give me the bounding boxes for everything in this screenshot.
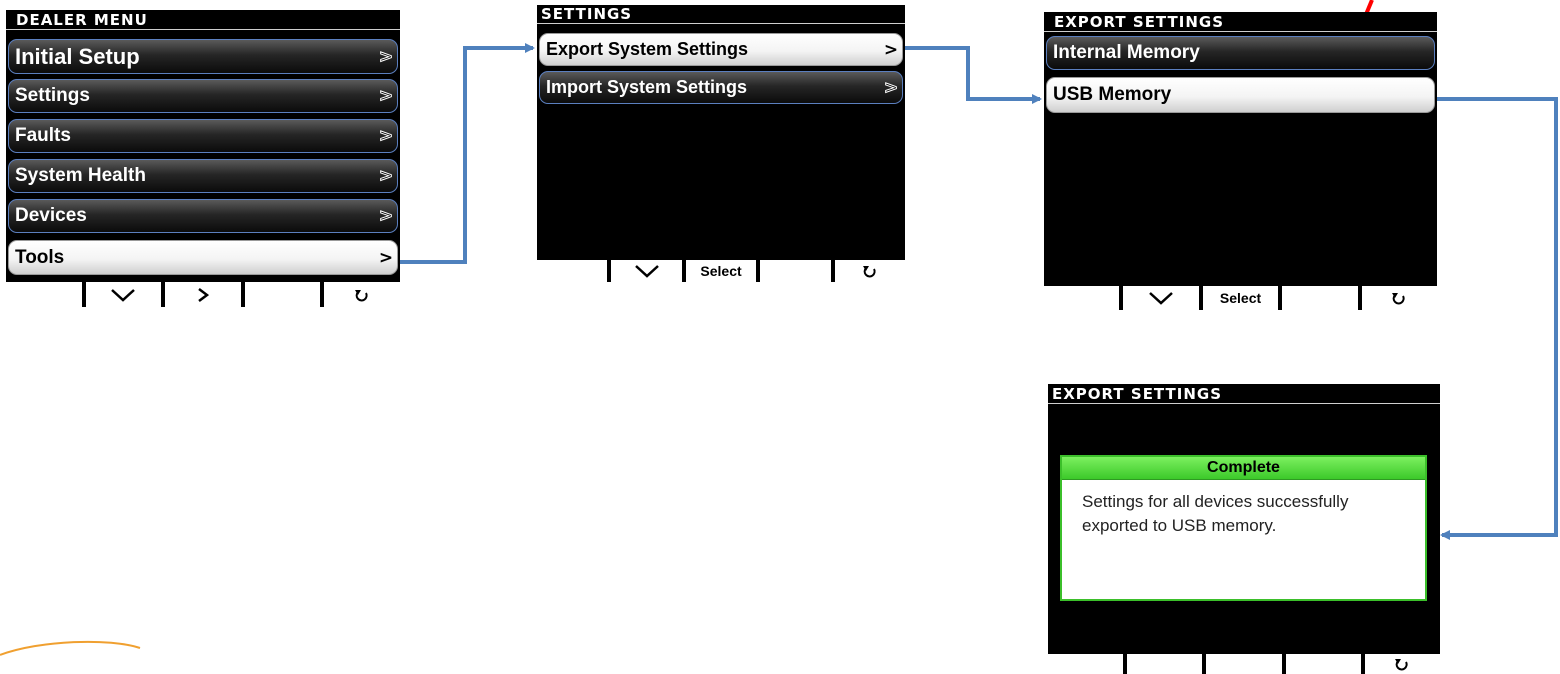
complete-dialog: Complete Settings for all devices succes… [1060,455,1427,601]
menu-item-label: Tools [15,246,65,268]
menu-item-initial-setup[interactable]: Initial Setup > [8,39,398,74]
page-title: SETTINGS [537,5,905,24]
dialog-message: Settings for all devices successfully ex… [1082,492,1349,535]
menu-item-label: Faults [15,125,71,146]
softkey-4[interactable] [1285,654,1361,674]
page-title: EXPORT SETTINGS [1044,12,1437,32]
screen-export-settings: EXPORT SETTINGS Internal Memory USB Memo… [1044,12,1437,310]
chevron-right-icon: > [378,206,394,227]
chevron-right-icon: > [883,39,899,60]
screen-dealer-menu: DEALER MENU Initial Setup > Settings > F… [6,10,400,307]
softkey-2[interactable] [1127,654,1203,674]
arrow-export-to-usb [904,46,1042,104]
back-arrow-icon [862,266,876,278]
arrow-usb-to-complete [1436,97,1558,540]
chevron-down-icon [111,288,136,302]
softkey-back[interactable] [324,282,400,307]
chevron-right-icon [198,287,209,302]
screen-export-complete: EXPORT SETTINGS Complete Settings for al… [1048,384,1440,674]
softkey-down[interactable] [1123,286,1199,310]
softkey-1[interactable] [1048,654,1124,674]
menu-item-import-system-settings[interactable]: Import System Settings > [539,71,903,104]
menu-item-export-system-settings[interactable]: Export System Settings > [539,33,903,66]
softkey-4[interactable] [244,282,321,307]
menu-item-label: Initial Setup [15,43,140,69]
chevron-right-icon: > [883,77,899,98]
menu-item-internal-memory[interactable]: Internal Memory [1046,36,1435,70]
chevron-right-icon: > [378,247,394,268]
softkey-down[interactable] [85,282,162,307]
softkey-3[interactable] [1206,654,1282,674]
softkey-bar: Select [1044,284,1437,310]
page-title: DEALER MENU [6,10,400,30]
menu-item-settings[interactable]: Settings > [8,79,398,113]
logo-swoosh [0,640,141,656]
chevron-right-icon: > [378,166,394,187]
chevron-down-icon [1149,292,1173,305]
softkey-1[interactable] [1044,286,1120,310]
softkey-bar [1048,652,1440,674]
chevron-right-icon: > [378,126,394,147]
menu-item-tools[interactable]: Tools > [8,240,398,275]
menu-item-devices[interactable]: Devices > [8,199,398,233]
softkey-1[interactable] [6,282,82,307]
softkey-back[interactable] [834,260,905,282]
menu-item-usb-memory[interactable]: USB Memory [1046,77,1435,113]
softkey-back[interactable] [1361,286,1437,310]
page-title: EXPORT SETTINGS [1048,384,1440,404]
back-arrow-icon [1395,659,1408,671]
chevron-right-icon: > [378,86,394,107]
chevron-down-icon [634,265,659,278]
softkey-4[interactable] [1282,286,1358,310]
softkey-down[interactable] [611,260,682,282]
menu-item-faults[interactable]: Faults > [8,119,398,153]
softkey-right[interactable] [165,282,241,307]
arrow-tools-to-settings [398,43,535,264]
chevron-right-icon: > [378,46,394,67]
softkey-bar: Select [537,258,905,282]
screen-settings: SETTINGS Export System Settings > Import… [537,5,905,282]
select-button[interactable]: Select [1202,286,1279,310]
dialog-title: Complete [1062,457,1425,480]
menu-item-label: Import System Settings [546,77,748,97]
softkey-1[interactable] [537,260,608,282]
menu-item-label: Export System Settings [546,39,749,59]
menu-item-system-health[interactable]: System Health > [8,159,398,193]
back-arrow-icon [1392,293,1405,305]
menu-item-label: Settings [15,85,90,106]
select-button[interactable]: Select [685,260,757,282]
softkey-back[interactable] [1364,654,1440,674]
menu-item-label: Internal Memory [1053,42,1200,63]
softkey-4[interactable] [760,260,831,282]
back-arrow-icon [355,289,368,301]
softkey-bar [6,280,400,307]
menu-item-label: USB Memory [1053,84,1172,105]
menu-item-label: System Health [15,165,146,186]
menu-item-label: Devices [15,205,87,226]
